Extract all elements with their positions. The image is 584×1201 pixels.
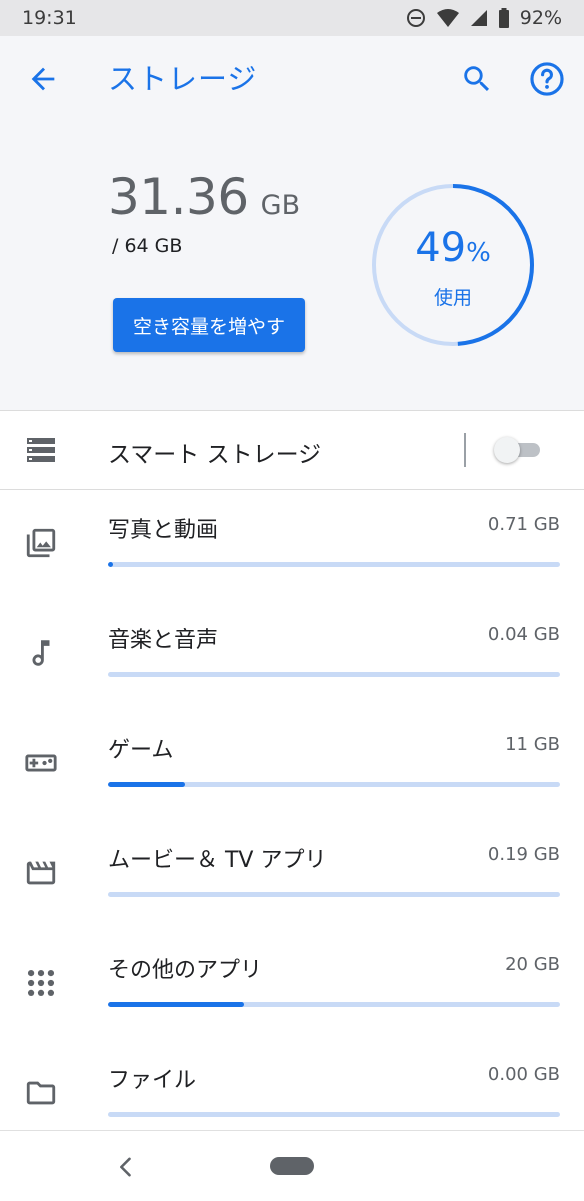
smart-storage-row[interactable]: スマート ストレージ [0,411,584,490]
nav-home-pill[interactable] [270,1157,314,1175]
category-label: その他のアプリ [108,958,263,983]
status-time: 19:31 [22,7,77,29]
storage-list-icon [27,438,55,462]
category-movies-tv[interactable]: ムービー＆ TV アプリ 0.19 GB [0,820,584,930]
used-storage: 31.36 GB [108,168,300,226]
battery-level: 92% [519,7,562,29]
app-bar: ストレージ [0,36,584,120]
category-size: 11 GB [505,734,560,755]
arrow-back-icon[interactable] [26,62,60,96]
category-label: ゲーム [108,738,174,763]
category-size: 0.19 GB [487,844,560,865]
category-photos-videos[interactable]: 写真と動画 0.71 GB [0,490,584,600]
category-usage-fill [108,782,185,787]
category-usage-fill [108,1002,244,1007]
page-title: ストレージ [108,62,258,96]
movie-icon [26,861,56,885]
category-usage-fill [108,562,113,567]
status-bar: 19:31 92% [0,0,584,36]
category-label: ムービー＆ TV アプリ [108,848,327,873]
category-label: ファイル [108,1068,197,1093]
category-usage-bar [108,782,560,787]
usage-percent: 49% [370,226,536,275]
music-note-icon [32,640,50,666]
usage-label: 使用 [433,287,472,309]
smart-storage-divider [464,433,466,467]
usage-percent-value: 49 [415,225,467,271]
nav-back-icon[interactable] [112,1153,140,1181]
system-nav-bar [0,1130,584,1201]
category-size: 0.71 GB [487,514,560,535]
total-storage: / 64 GB [112,235,183,257]
usage-percent-block: 49% 使用 [370,226,536,310]
category-music-audio[interactable]: 音楽と音声 0.04 GB [0,600,584,710]
category-usage-bar [108,562,560,567]
category-usage-bar [108,1112,560,1117]
photo-library-icon [26,528,56,558]
category-usage-bar [108,1002,560,1007]
wifi-icon [436,9,459,27]
cell-signal-icon [470,10,487,26]
do-not-disturb-icon [406,9,425,27]
category-usage-bar [108,892,560,897]
toggle-thumb [494,437,520,463]
usage-percent-sign: % [466,238,491,268]
folder-icon [26,1081,56,1105]
apps-grid-icon [27,969,55,997]
category-size: 0.04 GB [487,624,560,645]
smart-storage-toggle[interactable] [494,437,544,463]
used-storage-value: 31.36 [108,168,249,226]
category-other-apps[interactable]: その他のアプリ 20 GB [0,930,584,1040]
status-icons: 92% [406,7,562,29]
search-icon[interactable] [460,62,494,96]
free-up-space-button[interactable]: 空き容量を増やす [113,298,305,352]
used-storage-unit: GB [260,190,301,221]
category-usage-bar [108,672,560,677]
category-games[interactable]: ゲーム 11 GB [0,710,584,820]
category-label: 写真と動画 [108,518,219,543]
category-size: 0.00 GB [487,1064,560,1085]
category-label: 音楽と音声 [108,628,219,653]
help-icon[interactable] [528,60,566,98]
smart-storage-label: スマート ストレージ [108,442,322,468]
gamepad-icon [25,754,57,772]
category-size: 20 GB [505,954,560,975]
storage-summary-header: ストレージ 31.36 GB / 64 GB 空き容量を増やす 49% 使用 [0,36,584,411]
battery-icon [498,8,509,28]
